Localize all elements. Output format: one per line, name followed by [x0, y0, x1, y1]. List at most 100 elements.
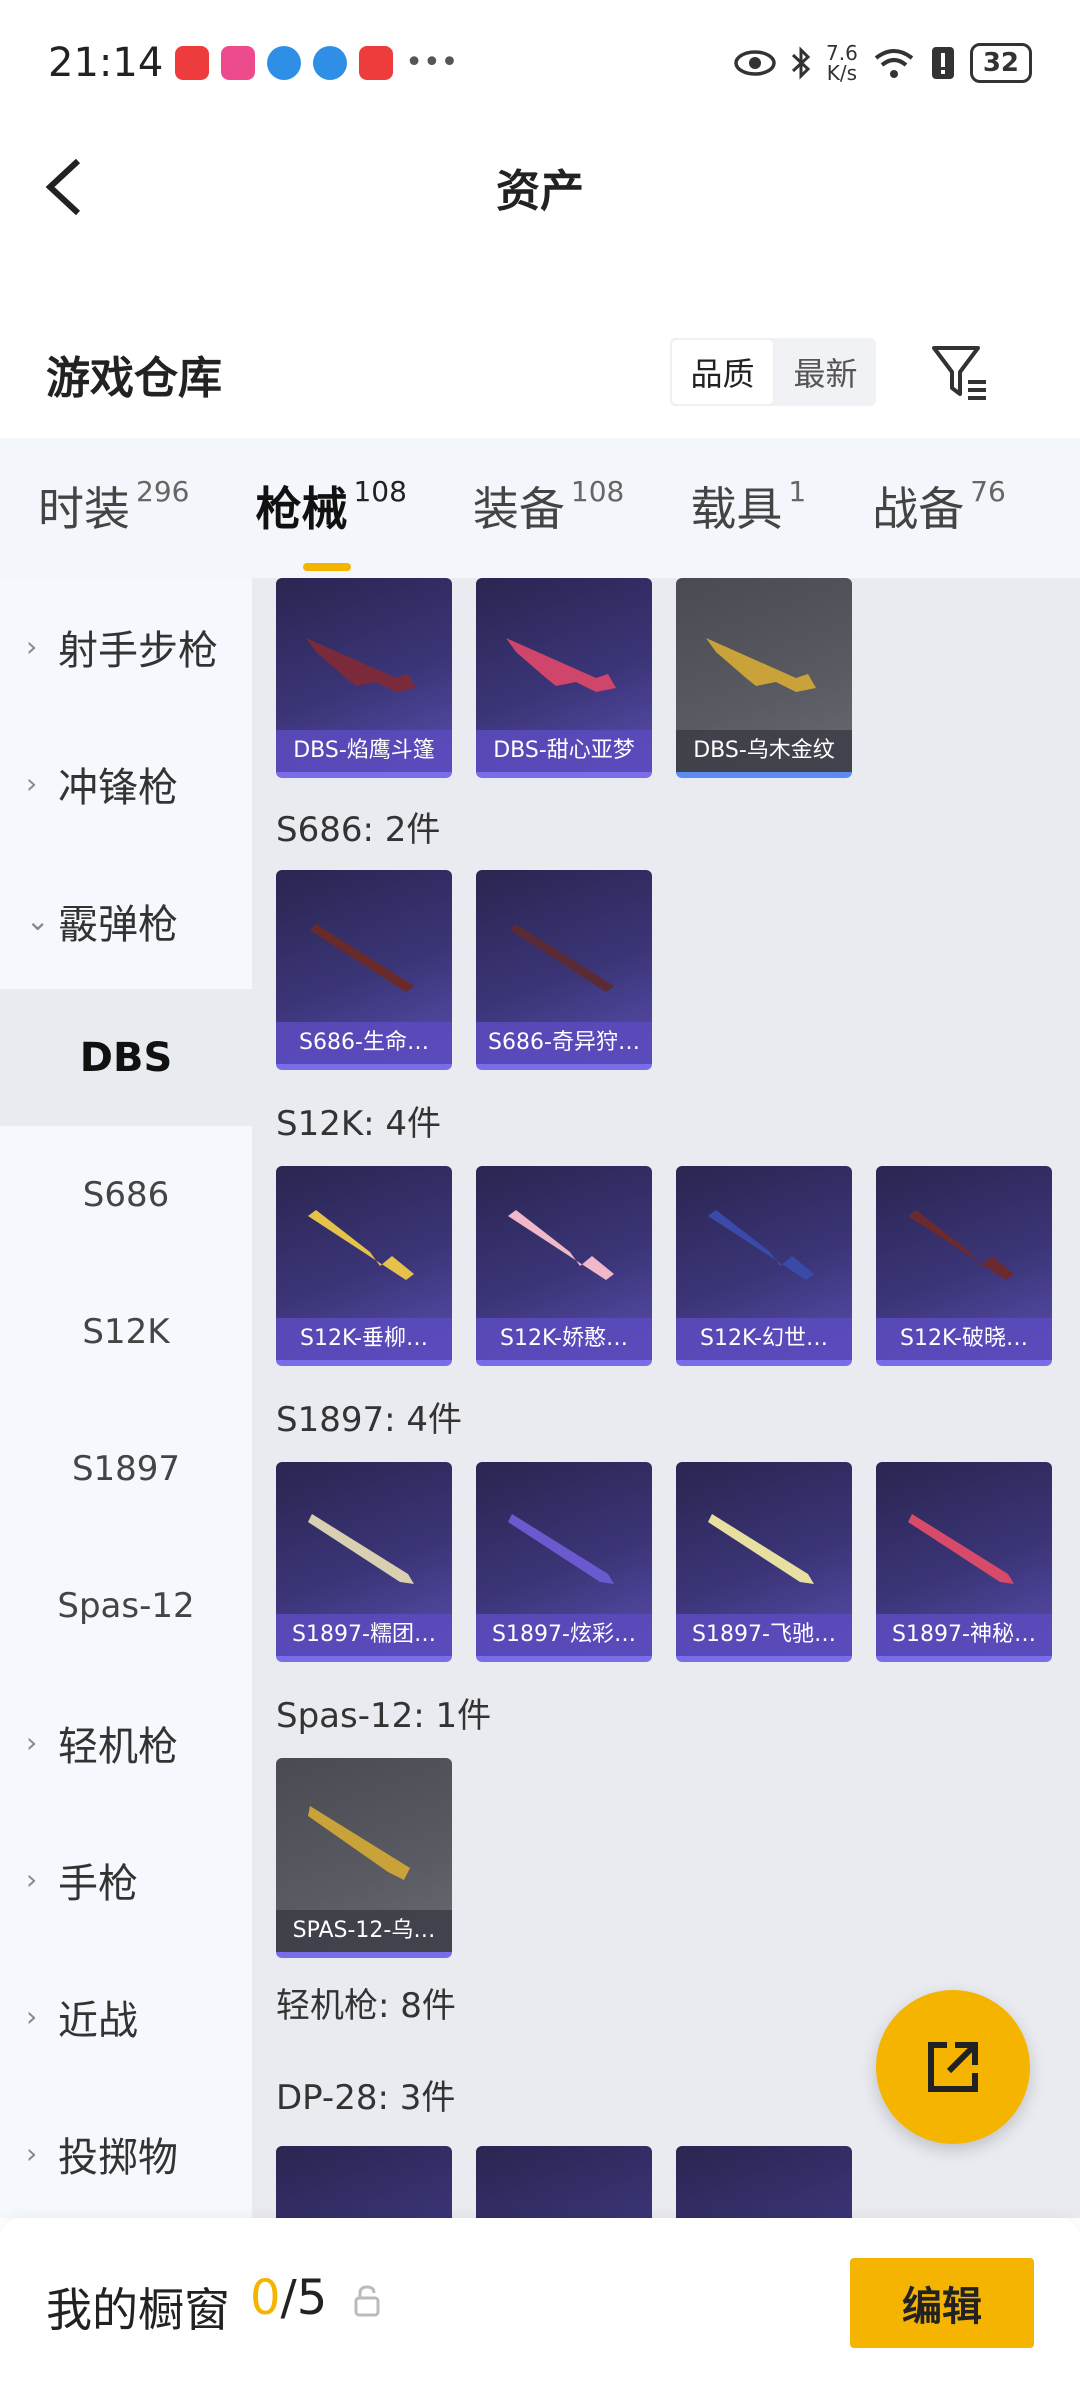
shopping-app-icon	[359, 45, 394, 80]
tab-supplies[interactable]: 战备 76	[872, 473, 1006, 543]
alert-icon	[931, 46, 954, 79]
eye-icon	[734, 49, 776, 76]
sidebar-item-marksman-rifle[interactable]: › 射手步枪	[0, 578, 252, 715]
tab-count: 76	[970, 475, 1006, 508]
tab-guns[interactable]: 枪械 108	[255, 473, 407, 571]
chevron-right-icon: ›	[26, 767, 38, 800]
item-card[interactable]: S1897-神秘…	[876, 1462, 1052, 1662]
status-right: 7.6 K/s 32	[734, 40, 1032, 85]
edit-button[interactable]: 编辑	[850, 2258, 1034, 2348]
item-card[interactable]	[476, 2146, 652, 2218]
shotgun-icon	[308, 1514, 414, 1584]
item-card[interactable]: SPAS-12-乌…	[276, 1758, 452, 1958]
tab-count: 1	[788, 475, 807, 508]
header: 资产	[0, 125, 1080, 245]
sidebar-item-melee[interactable]: › 近战	[0, 1948, 252, 2085]
item-card[interactable]: DBS-甜心亚梦	[476, 578, 652, 778]
chevron-right-icon: ›	[26, 1863, 38, 1896]
item-card[interactable]: S686-奇异狩…	[476, 870, 652, 1070]
net-speed: 7.6 K/s	[826, 40, 858, 85]
sidebar-item-s1897[interactable]: S1897	[0, 1400, 252, 1537]
sidebar-item-throwable[interactable]: › 投掷物	[0, 2085, 252, 2218]
rifle-icon	[508, 1210, 614, 1280]
tab-label: 枪械	[255, 482, 348, 536]
section-label: S12K: 4件	[276, 1104, 442, 1144]
sidebar-item-s686[interactable]: S686	[0, 1126, 252, 1263]
shotgun-icon	[708, 1514, 814, 1584]
showcase-bar: 我的橱窗 0/5 编辑	[0, 2218, 1080, 2382]
item-card[interactable]: DBS-焰鹰斗篷	[276, 578, 452, 778]
chevron-right-icon: ›	[26, 1726, 38, 1759]
item-card[interactable]: DBS-乌木金纹	[676, 578, 852, 778]
tab-count: 108	[570, 475, 625, 508]
item-card[interactable]	[276, 2146, 452, 2218]
warehouse-row: 游戏仓库 品质 最新	[0, 320, 1080, 420]
sidebar-item-shotgun[interactable]: ⌄ 霰弹枪	[0, 852, 252, 989]
section-label: 轻机枪: 8件	[276, 1986, 456, 2026]
filter-icon[interactable]	[928, 340, 992, 404]
tab-label: 载具	[690, 482, 783, 536]
warehouse-title: 游戏仓库	[46, 353, 222, 404]
item-card[interactable]: S1897-糯团…	[276, 1462, 452, 1662]
tab-label: 装备	[472, 482, 565, 536]
tab-count: 108	[353, 475, 407, 508]
status-bar: 21:14 ••• 7.6 K/s 32	[0, 0, 1080, 125]
weapon-type-sidebar: › 射手步枪 › 冲锋枪 ⌄ 霰弹枪 DBS S686 S12K S1897 Spas…	[0, 578, 252, 2218]
shotgun-icon	[908, 1514, 1014, 1584]
shopping-app-icon	[175, 45, 210, 80]
sort-latest-button[interactable]: 最新	[775, 338, 876, 406]
browser-app-icon	[267, 45, 302, 80]
item-card[interactable]: S12K-破晓…	[876, 1166, 1052, 1366]
item-card[interactable]: S12K-幻世…	[676, 1166, 852, 1366]
tab-vehicles[interactable]: 载具 1	[690, 473, 806, 543]
tab-fashion[interactable]: 时装 296	[38, 473, 189, 543]
lock-icon	[354, 2285, 380, 2317]
notification-icons: •••	[175, 45, 458, 80]
bilibili-app-icon	[221, 45, 256, 80]
item-card[interactable]: S1897-飞驰…	[676, 1462, 852, 1662]
tab-active-indicator	[303, 563, 352, 571]
shotgun-icon	[308, 1806, 410, 1880]
item-card[interactable]: S12K-垂柳…	[276, 1166, 452, 1366]
share-external-icon	[928, 2042, 978, 2092]
sidebar-item-smg[interactable]: › 冲锋枪	[0, 715, 252, 852]
sidebar-item-pistol[interactable]: › 手枪	[0, 1811, 252, 1948]
category-tabs: 时装 296 枪械 108 装备 108 载具 1 战备 76	[0, 438, 1080, 578]
chevron-right-icon: ›	[26, 2137, 38, 2170]
item-card[interactable]: S12K-娇憨…	[476, 1166, 652, 1366]
shotgun-icon	[508, 1514, 614, 1584]
item-card[interactable]	[676, 2146, 852, 2218]
shotgun-icon	[706, 638, 816, 692]
item-card[interactable]: S686-生命…	[276, 870, 452, 1070]
more-dots-icon: •••	[405, 45, 459, 80]
status-time: 21:14	[48, 39, 164, 86]
rifle-icon	[308, 1210, 414, 1280]
shotgun-icon	[306, 638, 416, 692]
tab-label: 时装	[38, 482, 130, 536]
shotgun-icon	[506, 638, 616, 692]
wifi-icon	[874, 48, 914, 78]
rifle-icon	[908, 1210, 1014, 1280]
share-fab-button[interactable]	[876, 1990, 1030, 2144]
sidebar-item-lmg[interactable]: › 轻机枪	[0, 1674, 252, 1811]
showcase-label: 我的橱窗	[46, 2283, 230, 2337]
sidebar-item-dbs[interactable]: DBS	[0, 989, 252, 1126]
shotgun-icon	[310, 924, 414, 992]
sidebar-item-spas12[interactable]: Spas-12	[0, 1537, 252, 1674]
tab-count: 296	[136, 475, 190, 508]
battery-indicator: 32	[969, 42, 1032, 83]
section-label: S1897: 4件	[276, 1400, 463, 1440]
chevron-down-icon: ⌄	[26, 904, 50, 937]
showcase-count: 0/5	[250, 2270, 328, 2326]
tab-label: 战备	[872, 482, 965, 536]
chevron-right-icon: ›	[26, 2000, 38, 2033]
sidebar-item-s12k[interactable]: S12K	[0, 1263, 252, 1400]
section-label: DP-28: 3件	[276, 2078, 456, 2118]
tab-equipment[interactable]: 装备 108	[473, 473, 624, 543]
item-card[interactable]: S1897-炫彩…	[476, 1462, 652, 1662]
section-label: Spas-12: 1件	[276, 1696, 492, 1736]
sort-quality-button[interactable]: 品质	[670, 338, 775, 406]
bluetooth-icon	[791, 45, 811, 80]
chevron-right-icon: ›	[26, 630, 38, 663]
browser-app-icon	[313, 45, 348, 80]
